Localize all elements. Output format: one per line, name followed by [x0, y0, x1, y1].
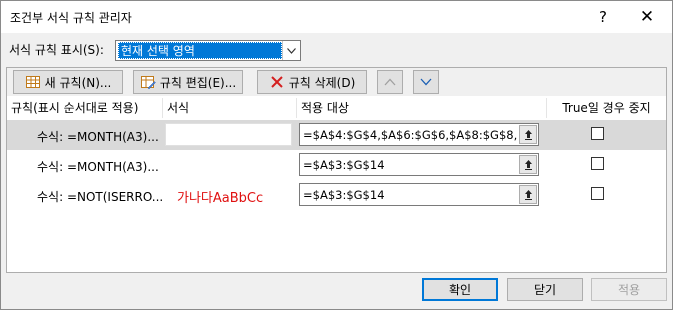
format-preview: [165, 153, 292, 176]
ok-button[interactable]: 확인: [422, 278, 498, 301]
applies-to-value: =$A$3:$G$14: [303, 188, 385, 202]
apply-button[interactable]: 적용: [591, 278, 667, 301]
rule-row[interactable]: 수식: =MONTH(A3)... =$A$3:$G$14: [7, 150, 666, 180]
collapse-range-icon[interactable]: [519, 125, 537, 144]
applies-to-value: =$A$4:$G$4,$A$6:$G$6,$A$8:$G$8,$A: [303, 128, 517, 142]
collapse-range-icon[interactable]: [519, 185, 537, 204]
delete-x-icon: [269, 74, 285, 90]
close-icon[interactable]: ✕: [625, 1, 669, 33]
rules-toolbar: 새 규칙(N)... 규칙 편집(E)... 규칙 삭제(D): [7, 68, 666, 96]
format-preview: 가나다AaBbCc: [177, 191, 264, 206]
help-button[interactable]: ?: [581, 1, 625, 33]
delete-rule-button[interactable]: 규칙 삭제(D): [257, 70, 367, 94]
applies-to-field[interactable]: =$A$3:$G$14: [299, 153, 539, 176]
stop-if-true-checkbox[interactable]: [591, 187, 604, 200]
edit-table-icon: [140, 74, 156, 90]
rules-panel: 새 규칙(N)... 규칙 편집(E)... 규칙 삭제(D) 규칙(표시 순서…: [6, 67, 667, 273]
edit-rule-label: 규칙 편집(E)...: [159, 75, 237, 90]
collapse-range-icon[interactable]: [519, 155, 537, 174]
applies-to-field[interactable]: =$A$3:$G$14: [299, 183, 539, 206]
move-up-button[interactable]: [377, 70, 403, 94]
new-rule-label: 새 규칙(N)...: [44, 75, 112, 90]
rule-row[interactable]: 수식: =MONTH(A3)... =$A$4:$G$4,$A$6:$G$6,$…: [7, 120, 666, 150]
rule-row[interactable]: 수식: =NOT(ISERRO... 가나다AaBbCc =$A$3:$G$14: [7, 180, 666, 210]
title-bar: 조건부 서식 규칙 관리자 ? ✕: [1, 1, 672, 33]
table-icon: [25, 74, 41, 90]
window-title: 조건부 서식 규칙 관리자: [10, 11, 132, 25]
applies-to-value: =$A$3:$G$14: [303, 158, 385, 172]
rule-formula: 수식: =MONTH(A3)...: [37, 130, 159, 144]
show-rules-dropdown[interactable]: 현재 선택 영역: [115, 40, 301, 61]
rule-formula: 수식: =NOT(ISERRO...: [37, 190, 164, 204]
chevron-down-icon: [420, 78, 432, 86]
column-header-stop-if-true[interactable]: True일 경우 중지: [547, 98, 666, 118]
move-down-button[interactable]: [413, 70, 439, 94]
column-header-rule[interactable]: 규칙(표시 순서대로 적용): [7, 98, 163, 118]
chevron-down-icon[interactable]: [282, 41, 300, 60]
delete-rule-label: 규칙 삭제(D): [288, 75, 356, 90]
column-header-format[interactable]: 서식: [163, 98, 297, 118]
edit-rule-button[interactable]: 규칙 편집(E)...: [133, 70, 243, 94]
show-rules-label: 서식 규칙 표시(S):: [9, 43, 104, 57]
applies-to-field[interactable]: =$A$4:$G$4,$A$6:$G$6,$A$8:$G$8,$A: [299, 123, 539, 146]
close-button[interactable]: 닫기: [507, 278, 583, 301]
rule-formula: 수식: =MONTH(A3)...: [37, 160, 159, 174]
chevron-up-icon: [384, 78, 396, 86]
format-preview: [165, 123, 292, 146]
column-header-applies-to[interactable]: 적용 대상: [297, 98, 547, 118]
show-rules-selected: 현재 선택 영역: [118, 42, 282, 59]
conditional-formatting-dialog: 조건부 서식 규칙 관리자 ? ✕ 서식 규칙 표시(S): 현재 선택 영역: [0, 0, 673, 310]
stop-if-true-checkbox[interactable]: [591, 127, 604, 140]
stop-if-true-checkbox[interactable]: [591, 157, 604, 170]
new-rule-button[interactable]: 새 규칙(N)...: [13, 70, 123, 94]
